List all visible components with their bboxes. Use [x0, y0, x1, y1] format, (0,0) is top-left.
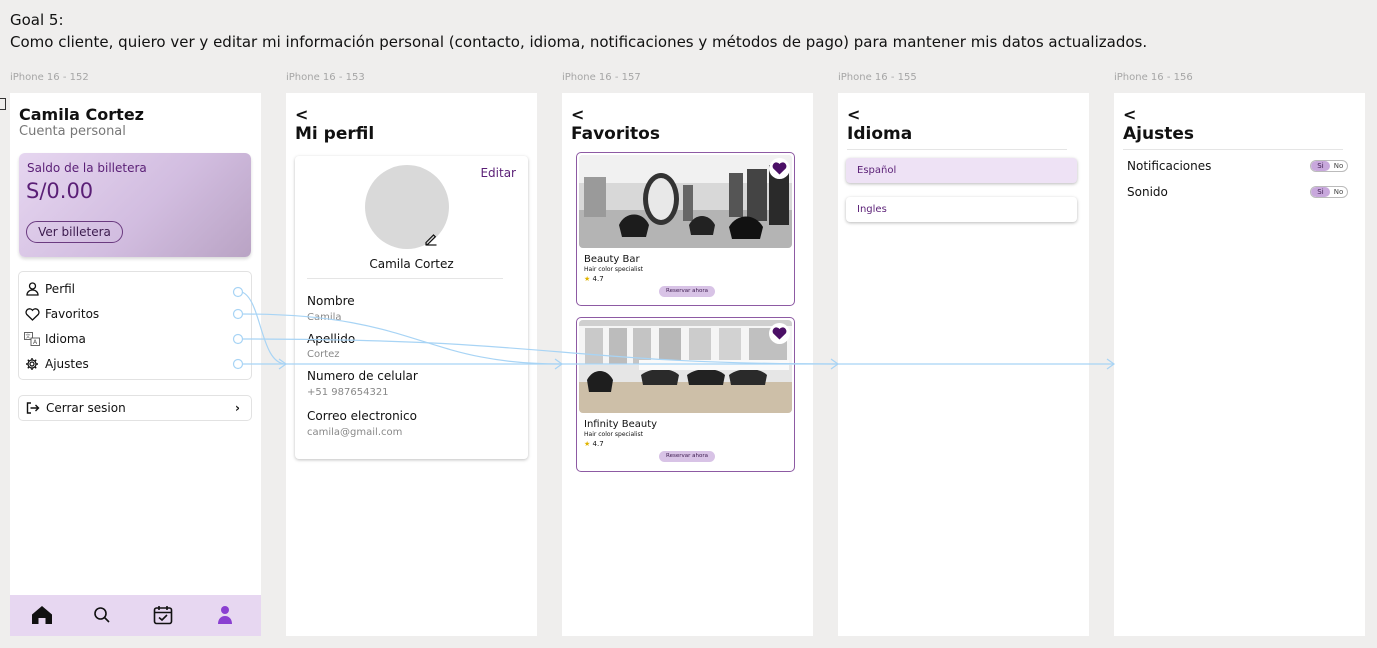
page-title: Favoritos	[571, 124, 660, 144]
bottom-navigation	[10, 595, 261, 636]
menu-item-idioma[interactable]: A文 Idioma ›	[24, 329, 246, 349]
wallet-card: Saldo de la billetera S/0.00 Ver billete…	[19, 153, 251, 257]
divider	[1123, 149, 1343, 150]
frame-label: iPhone 16 - 155	[838, 72, 917, 83]
notifications-toggle[interactable]: Si No	[1310, 160, 1348, 172]
home-icon[interactable]	[30, 603, 54, 627]
star-icon: ★	[584, 275, 591, 283]
calendar-check-icon[interactable]	[151, 603, 175, 627]
svg-text:文: 文	[26, 333, 31, 340]
account-menu: Perfil › Favoritos › A文 Idioma › Ajustes…	[18, 271, 252, 380]
favorite-card[interactable]: Beauty Bar Hair color specialist ★ 4.7 R…	[576, 152, 795, 306]
menu-item-favoritos[interactable]: Favoritos ›	[24, 304, 246, 324]
heart-icon[interactable]	[769, 158, 790, 179]
logout-button[interactable]: Cerrar sesion ›	[18, 395, 252, 421]
salon-specialty: Hair color specialist	[584, 431, 643, 438]
divider	[847, 149, 1067, 150]
profile-icon[interactable]	[213, 603, 237, 627]
chevron-right-icon: ›	[234, 332, 239, 346]
menu-item-perfil[interactable]: Perfil ›	[24, 279, 246, 299]
book-now-button[interactable]: Reservar ahora	[659, 451, 715, 462]
favorites-screen: < Favoritos Beauty Bar Hair color specia…	[562, 93, 813, 636]
divider	[307, 278, 503, 279]
menu-item-label: Ajustes	[45, 357, 89, 371]
chevron-right-icon: ›	[234, 282, 239, 296]
logout-icon	[26, 402, 40, 414]
salon-photo	[579, 155, 792, 248]
field-value-apellido[interactable]: Cortez	[307, 349, 340, 360]
view-wallet-button[interactable]: Ver billetera	[26, 221, 123, 243]
star-icon: ★	[584, 440, 591, 448]
logout-label: Cerrar sesion	[46, 401, 126, 415]
language-option-espanol[interactable]: Español	[846, 158, 1077, 183]
salon-rating: ★ 4.7	[584, 275, 604, 283]
field-label-celular: Numero de celular	[307, 369, 418, 383]
profile-screen: < Mi perfil Editar Camila Cortez Nombre …	[286, 93, 537, 636]
field-label-nombre: Nombre	[307, 294, 355, 308]
frame-marker	[0, 98, 6, 110]
salon-name: Beauty Bar	[584, 254, 640, 265]
frame-label: iPhone 16 - 153	[286, 72, 365, 83]
chevron-right-icon: ›	[234, 357, 239, 371]
book-now-button[interactable]: Reservar ahora	[659, 286, 715, 297]
rating-value: 4.7	[592, 275, 604, 283]
menu-item-label: Favoritos	[45, 307, 100, 321]
search-icon[interactable]	[90, 603, 114, 627]
frame-label: iPhone 16 - 157	[562, 72, 641, 83]
toggle-on[interactable]: Si	[1311, 187, 1330, 197]
language-option-ingles[interactable]: Ingles	[846, 197, 1077, 222]
chevron-right-icon: ›	[235, 401, 240, 415]
favorite-card[interactable]: Infinity Beauty Hair color specialist ★ …	[576, 317, 795, 472]
page-title: Mi perfil	[295, 124, 375, 144]
wallet-amount: S/0.00	[26, 179, 94, 203]
goal-description: Goal 5: Como cliente, quiero ver y edita…	[10, 9, 1147, 53]
menu-item-ajustes[interactable]: Ajustes ›	[24, 354, 246, 374]
back-button[interactable]: <	[295, 105, 308, 124]
salon-photo	[579, 320, 792, 413]
frame-label: iPhone 16 - 152	[10, 72, 89, 83]
field-value-celular[interactable]: +51 987654321	[307, 387, 389, 398]
field-label-correo: Correo electronico	[307, 409, 417, 423]
menu-item-label: Perfil	[45, 282, 76, 296]
gear-icon	[24, 356, 40, 372]
translate-icon: A文	[24, 331, 40, 347]
toggle-off[interactable]: No	[1330, 187, 1347, 197]
heart-icon	[24, 306, 40, 322]
page-title: Ajustes	[1123, 124, 1194, 144]
chevron-right-icon: ›	[234, 307, 239, 321]
salon-rating: ★ 4.7	[584, 440, 604, 448]
menu-item-label: Idioma	[45, 332, 86, 346]
sound-toggle[interactable]: Si No	[1310, 186, 1348, 198]
toggle-off[interactable]: No	[1330, 161, 1347, 171]
account-name: Camila Cortez	[19, 105, 144, 124]
language-screen: < Idioma Español Ingles	[838, 93, 1089, 636]
back-button[interactable]: <	[571, 105, 584, 124]
salon-specialty: Hair color specialist	[584, 266, 643, 273]
toggle-on[interactable]: Si	[1311, 161, 1330, 171]
setting-label-notificaciones: Notificaciones	[1127, 159, 1212, 173]
heart-icon[interactable]	[769, 323, 790, 344]
edit-button[interactable]: Editar	[480, 166, 516, 180]
rating-value: 4.7	[592, 440, 604, 448]
profile-card: Editar Camila Cortez Nombre Camila Apell…	[295, 156, 528, 459]
wallet-label: Saldo de la billetera	[27, 161, 147, 175]
settings-screen: < Ajustes Notificaciones Si No Sonido Si…	[1114, 93, 1365, 636]
salon-name: Infinity Beauty	[584, 419, 658, 430]
account-subtitle: Cuenta personal	[19, 124, 126, 139]
goal-text: Como cliente, quiero ver y editar mi inf…	[10, 33, 1148, 51]
field-label-apellido: Apellido	[307, 332, 356, 346]
profile-name: Camila Cortez	[369, 257, 454, 271]
person-icon	[24, 281, 40, 297]
back-button[interactable]: <	[1123, 105, 1136, 124]
field-value-nombre[interactable]: Camila	[307, 312, 342, 323]
account-screen: Camila Cortez Cuenta personal Saldo de l…	[10, 93, 261, 636]
pencil-icon[interactable]	[424, 231, 438, 246]
page-title: Idioma	[847, 124, 913, 144]
setting-label-sonido: Sonido	[1127, 185, 1168, 199]
back-button[interactable]: <	[847, 105, 860, 124]
field-value-correo[interactable]: camila@gmail.com	[307, 427, 402, 438]
goal-title: Goal 5:	[10, 11, 64, 29]
frame-label: iPhone 16 - 156	[1114, 72, 1193, 83]
